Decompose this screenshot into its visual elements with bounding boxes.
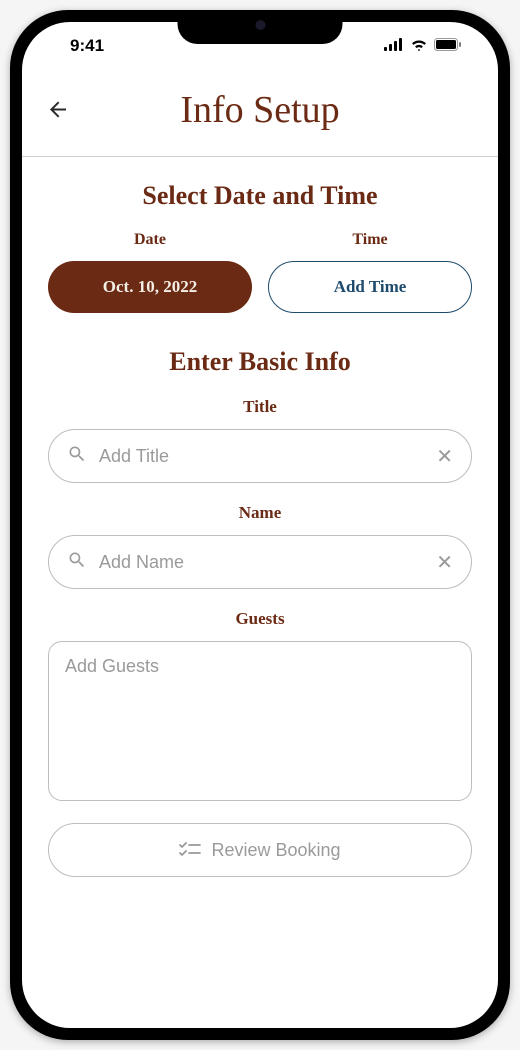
guests-field-label: Guests	[48, 609, 472, 629]
time-label: Time	[268, 231, 472, 249]
checklist-icon	[179, 842, 201, 858]
section-title-datetime: Select Date and Time	[48, 181, 472, 211]
time-column: Time Add Time	[268, 231, 472, 313]
phone-screen: 9:41 Info Setup Select Date and Time	[22, 22, 498, 1028]
title-input[interactable]	[99, 446, 424, 467]
clear-icon[interactable]: ✕	[436, 550, 453, 575]
review-booking-label: Review Booking	[211, 840, 340, 861]
header: Info Setup	[22, 70, 498, 157]
notch	[178, 10, 343, 44]
guests-field-block: Guests	[48, 609, 472, 801]
clear-icon[interactable]: ✕	[436, 444, 453, 469]
name-field-block: Name ✕	[48, 503, 472, 589]
time-value: Add Time	[334, 277, 407, 297]
search-icon	[67, 550, 87, 575]
status-icons	[384, 36, 462, 56]
name-input[interactable]	[99, 552, 424, 573]
date-column: Date Oct. 10, 2022	[48, 231, 252, 313]
signal-icon	[384, 36, 404, 56]
guests-textarea-container	[48, 641, 472, 801]
title-field-label: Title	[48, 397, 472, 417]
date-pill[interactable]: Oct. 10, 2022	[48, 261, 252, 313]
status-time: 9:41	[70, 36, 104, 56]
content: Select Date and Time Date Oct. 10, 2022 …	[22, 157, 498, 877]
battery-icon	[434, 36, 462, 56]
wifi-icon	[410, 36, 428, 56]
date-value: Oct. 10, 2022	[103, 277, 197, 297]
title-input-container: ✕	[48, 429, 472, 483]
review-booking-button[interactable]: Review Booking	[48, 823, 472, 877]
search-icon	[67, 444, 87, 469]
title-field-block: Title ✕	[48, 397, 472, 483]
page-title: Info Setup	[46, 88, 474, 132]
date-label: Date	[48, 231, 252, 249]
name-input-container: ✕	[48, 535, 472, 589]
datetime-row: Date Oct. 10, 2022 Time Add Time	[48, 231, 472, 313]
phone-frame: 9:41 Info Setup Select Date and Time	[10, 10, 510, 1040]
guests-textarea[interactable]	[65, 656, 455, 786]
arrow-left-icon	[46, 98, 70, 122]
back-button[interactable]	[46, 98, 70, 129]
time-pill[interactable]: Add Time	[268, 261, 472, 313]
section-title-basic: Enter Basic Info	[48, 347, 472, 377]
name-field-label: Name	[48, 503, 472, 523]
